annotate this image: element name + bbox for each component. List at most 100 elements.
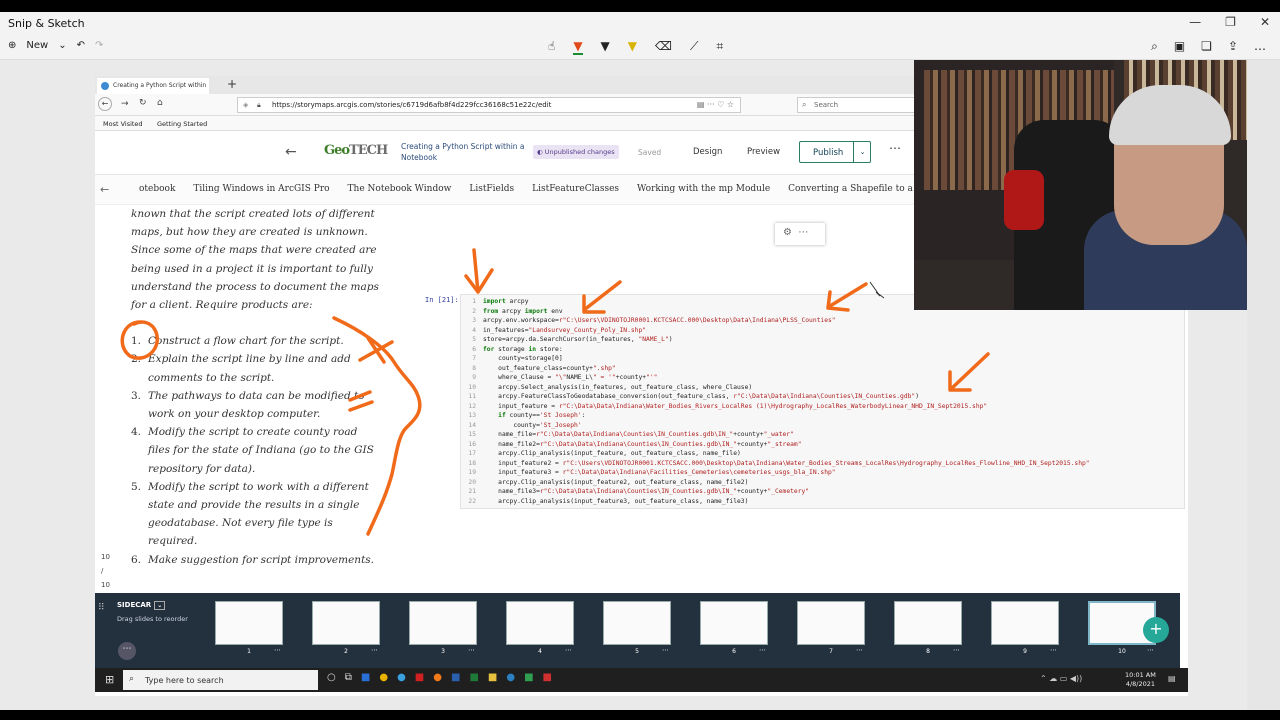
browser-tab[interactable]: Creating a Python Script within: [97, 78, 209, 94]
story-nav-item[interactable]: The Notebook Window: [348, 184, 452, 194]
code-line: name_file3=r"C:\Data\Data\Indiana\Counti…: [483, 488, 810, 495]
word-icon[interactable]: ■: [451, 672, 460, 683]
search-placeholder: Search: [814, 101, 839, 109]
slide-more-icon[interactable]: ⋯: [953, 646, 960, 654]
story-nav-item[interactable]: Working with the mp Module: [637, 184, 770, 194]
slide-more-icon[interactable]: ⋯: [662, 646, 669, 654]
save-icon[interactable]: ▣: [1174, 39, 1185, 54]
close-icon[interactable]: ✕: [1260, 15, 1270, 29]
chevron-down-icon[interactable]: ⌄: [154, 601, 166, 610]
new-snip-icon[interactable]: ⊕: [8, 40, 16, 51]
code-line: input_feature = r"C:\Data\Data\Indiana\W…: [483, 402, 988, 410]
publish-button[interactable]: Publish ⌄: [799, 141, 871, 163]
code-cell[interactable]: 1 2 3 4 5 6 7 8 9 10 11 12 13 14 15 16 1…: [460, 294, 1185, 509]
eraser-icon[interactable]: ⌫: [655, 39, 672, 55]
slide-more-icon[interactable]: ⋯: [468, 646, 475, 654]
more-icon[interactable]: …: [1254, 39, 1266, 54]
story-nav-item[interactable]: Tiling Windows in ArcGIS Pro: [193, 184, 329, 194]
chair-accent: [1004, 170, 1044, 230]
cortana-icon[interactable]: ○: [327, 672, 336, 683]
touch-writing-icon[interactable]: ☝: [548, 39, 555, 55]
notifications-icon[interactable]: ▤: [1168, 674, 1176, 683]
slide-thumbnail[interactable]: 9 ⋯: [991, 601, 1059, 659]
pencil-icon[interactable]: ▼: [601, 39, 610, 55]
slide-more-icon[interactable]: ⋯: [856, 646, 863, 654]
more-icon[interactable]: ⋯: [798, 227, 808, 238]
code-source: import arcpy from arcpy import env arcpy.e…: [483, 297, 1090, 506]
back-arrow-icon[interactable]: ←: [285, 144, 297, 160]
ruler-icon[interactable]: ⟋: [690, 39, 698, 55]
slide-thumbnail[interactable]: 1 ⋯: [215, 601, 283, 659]
chevron-down-icon[interactable]: ⌄: [58, 40, 66, 51]
camtasia-icon[interactable]: ■: [524, 672, 533, 683]
bookmark-getting-started[interactable]: Getting Started: [157, 120, 207, 128]
slide-more-icon[interactable]: ⋯: [1147, 646, 1154, 654]
story-intro: known that the script created lots of di…: [131, 208, 379, 312]
app-icon[interactable]: ●: [506, 672, 515, 683]
crop-icon[interactable]: ⌗: [716, 39, 723, 55]
story-nav-item[interactable]: ListFields: [469, 184, 514, 194]
new-tab-icon[interactable]: +: [227, 77, 237, 91]
acrobat-icon[interactable]: ■: [415, 672, 424, 683]
slide-more-icon[interactable]: ⋯: [274, 646, 281, 654]
block-options[interactable]: ⚙ ⋯: [775, 223, 825, 245]
slide-thumbnail[interactable]: 4 ⋯: [506, 601, 574, 659]
excel-icon[interactable]: ■: [469, 672, 478, 683]
new-button[interactable]: New: [26, 40, 48, 51]
list-item: 5. Modify the script to work with a diffe…: [131, 478, 381, 551]
explorer-icon[interactable]: ■: [488, 672, 497, 683]
redo-icon[interactable]: ↷: [95, 40, 103, 51]
story-nav-item[interactable]: ListFeatureClasses: [532, 184, 619, 194]
slide-thumbnail[interactable]: 5 ⋯: [603, 601, 671, 659]
slide-more-icon[interactable]: ⋯: [759, 646, 766, 654]
slide-more-icon[interactable]: ⋯: [1050, 646, 1057, 654]
home-icon[interactable]: ⌂: [157, 98, 163, 108]
bookmark-most-visited[interactable]: Most Visited: [103, 120, 143, 128]
zoom-icon[interactable]: ⌕: [1151, 39, 1158, 54]
design-button[interactable]: Design: [693, 147, 722, 157]
slide-more-icon[interactable]: ⋯: [371, 646, 378, 654]
gear-icon[interactable]: ⚙: [783, 227, 792, 238]
slide-thumbnail[interactable]: 6 ⋯: [700, 601, 768, 659]
more-options-icon[interactable]: ⋯: [889, 141, 901, 155]
system-tray-icons[interactable]: ⌃ ☁ ▭ ◀)): [1040, 674, 1082, 683]
ballpoint-pen-icon[interactable]: ▼: [573, 39, 583, 55]
share-icon[interactable]: ⇪: [1228, 39, 1238, 54]
slide-thumbnail[interactable]: 8 ⋯: [894, 601, 962, 659]
grip-icon[interactable]: ⠿: [98, 603, 105, 613]
reload-icon[interactable]: ↻: [139, 98, 147, 108]
undo-icon[interactable]: ↶: [77, 40, 85, 51]
copy-icon[interactable]: ❏: [1201, 39, 1212, 54]
more-icon[interactable]: ⋯: [118, 642, 136, 660]
slide-thumbnail[interactable]: 3 ⋯: [409, 601, 477, 659]
minimize-icon[interactable]: —: [1189, 15, 1201, 29]
recorder-icon[interactable]: ■: [543, 672, 552, 683]
story-nav-item[interactable]: otebook: [139, 184, 175, 194]
browser-search[interactable]: ⌕ Search: [797, 97, 915, 113]
windows-start-icon[interactable]: ⊞: [105, 673, 114, 686]
outlook-icon[interactable]: ■: [361, 672, 370, 683]
slide-thumbnail[interactable]: 7 ⋯: [797, 601, 865, 659]
edge-icon[interactable]: ●: [397, 672, 406, 683]
slide-more-icon[interactable]: ⋯: [565, 646, 572, 654]
back-icon[interactable]: ←: [98, 97, 112, 111]
slide-thumbnail[interactable]: 2 ⋯: [312, 601, 380, 659]
list-number: 4.: [131, 426, 142, 439]
maximize-icon[interactable]: ❐: [1225, 15, 1236, 29]
reader-icons[interactable]: ▤ ··· ♡ ☆: [697, 100, 734, 109]
preview-button[interactable]: Preview: [747, 147, 780, 157]
add-slide-button[interactable]: +: [1143, 617, 1169, 643]
chevron-down-icon[interactable]: ⌄: [853, 142, 871, 162]
forward-icon[interactable]: →: [121, 99, 129, 109]
sidecar-title: SIDECAR ⌄: [117, 601, 166, 610]
highlighter-icon[interactable]: ▼: [628, 39, 637, 55]
nav-left-icon[interactable]: ←: [100, 183, 109, 196]
list-text: Modify the script to work with a differe…: [148, 480, 369, 548]
url-bar[interactable]: ◈ 🔒︎ https://storymaps.arcgis.com/storie…: [237, 97, 741, 113]
chrome-icon[interactable]: ●: [379, 672, 388, 683]
slide-number: 7: [829, 648, 833, 655]
task-view-icon[interactable]: ⧉: [345, 672, 352, 683]
firefox-icon[interactable]: ●: [433, 672, 442, 683]
clock[interactable]: 10:01 AM 4/8/2021: [1125, 671, 1156, 689]
taskbar-search[interactable]: ⌕ Type here to search: [123, 670, 318, 690]
